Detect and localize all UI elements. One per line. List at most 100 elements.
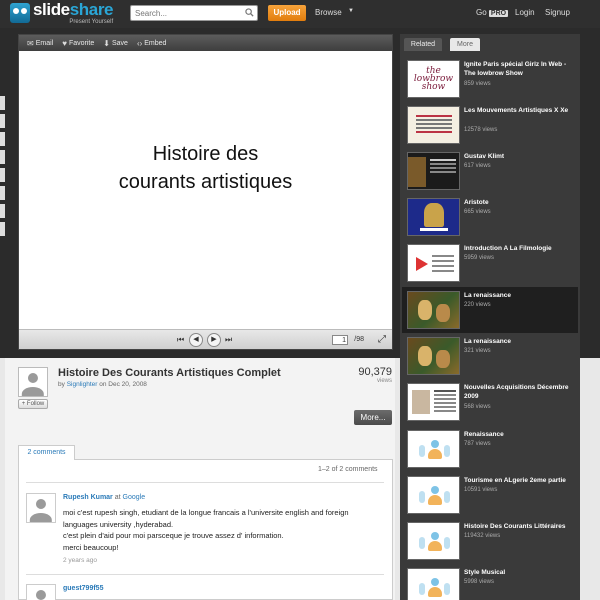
edge-tab[interactable] (0, 150, 5, 164)
related-views: 568 views (464, 404, 491, 410)
author-link[interactable]: Signlighter (67, 381, 98, 388)
related-views: 617 views (464, 163, 491, 169)
embed-button[interactable]: ‹› Embed (137, 39, 167, 48)
edge-tab[interactable] (0, 114, 5, 128)
tab-comments[interactable]: 2 comments (18, 445, 75, 460)
comments-range: 1–2 of 2 comments (318, 466, 378, 473)
previous-slide-button[interactable]: ◀ (189, 333, 203, 347)
commenter-avatar[interactable] (26, 584, 56, 600)
byline: by Signlighter on Dec 20, 2008 (58, 381, 147, 388)
edge-tab[interactable] (0, 96, 5, 110)
related-views: 10591 views (464, 487, 498, 493)
related-thumbnail (407, 198, 460, 236)
edge-tab[interactable] (0, 186, 5, 200)
slide-player: ✉ Email ♥ Favorite ⬇ Save ‹› Embed Histoire … (18, 34, 393, 350)
player-controls: ⏮ ◀ ▶ ⏭ 1 /98 ⤢ (19, 329, 392, 349)
related-views: 859 views (464, 81, 491, 87)
edge-tab[interactable] (0, 204, 5, 218)
logo-tagline: Present Yourself (69, 19, 114, 25)
related-title: Aristote (464, 199, 489, 206)
related-item[interactable]: Les Mouvements Artistiques X Xe 12578 vi… (402, 102, 578, 148)
download-icon: ⬇ (103, 38, 110, 48)
next-slide-button[interactable]: ▶ (207, 333, 221, 347)
related-title: Introduction A La Filmologie (464, 245, 552, 252)
related-item[interactable]: the lowbrow show Ignite Paris spécial Gi… (402, 56, 578, 102)
author-avatar[interactable] (18, 367, 48, 397)
related-thumbnail (407, 476, 460, 514)
commenter-avatar[interactable] (26, 493, 56, 523)
page-number-input[interactable]: 1 (332, 335, 348, 345)
related-title: Gustav Klimt (464, 153, 505, 160)
upload-button[interactable]: Upload (268, 5, 306, 21)
fullscreen-icon[interactable]: ⤢ (378, 334, 386, 345)
slide-title-line: courants artistiques (118, 171, 293, 193)
related-thumbnail (407, 383, 460, 421)
logo-wordmark: slideshare (33, 0, 114, 19)
comment-time: 2 years ago (63, 557, 97, 564)
related-thumbnail (407, 106, 460, 144)
related-title: Tourisme en ALgerie 2eme partie (464, 477, 566, 484)
related-thumbnail (407, 291, 460, 329)
related-item[interactable]: Style Musical 5998 views (402, 564, 578, 600)
comment-author-link[interactable]: guest799f55 (63, 585, 103, 592)
comment-divider (26, 574, 384, 575)
email-button[interactable]: ✉ Email (27, 39, 53, 48)
related-title: La renaissance (464, 338, 511, 345)
related-views: 220 views (464, 302, 491, 308)
related-item[interactable]: Introduction A La Filmologie 5959 views (402, 240, 578, 286)
related-item[interactable]: Renaissance 787 views (402, 426, 578, 472)
related-views: 5998 views (464, 579, 495, 585)
comment-org-link[interactable]: Google (123, 494, 146, 501)
comment-author-link[interactable]: Rupesh Kumar (63, 494, 113, 501)
follow-button[interactable]: + Follow (18, 399, 48, 409)
related-item[interactable]: La renaissance 321 views (402, 333, 578, 379)
top-navigation-bar: slideshare Present Yourself Upload Brows… (0, 0, 600, 28)
tab-more[interactable]: More (450, 38, 480, 51)
related-item-active[interactable]: La renaissance 220 views (402, 287, 578, 333)
related-item[interactable]: Nouvelles Acquisitions Décembre 2009 568… (402, 379, 578, 425)
related-title: Les Mouvements Artistiques X Xe (464, 107, 569, 114)
related-item[interactable]: Gustav Klimt 617 views (402, 148, 578, 194)
browse-menu[interactable]: Browse (315, 8, 342, 17)
page-total: /98 (354, 336, 364, 343)
slideshare-logo[interactable]: slideshare Present Yourself (10, 0, 114, 25)
deck-title: Histoire Des Courants Artistiques Comple… (58, 367, 281, 379)
heart-icon: ♥ (62, 38, 67, 48)
related-item[interactable]: Histoire Des Courants Littéraires 119432… (402, 518, 578, 564)
login-link[interactable]: Login (515, 8, 535, 17)
go-pro-link[interactable]: Go PRO (476, 8, 509, 17)
related-views: 665 views (464, 209, 491, 215)
edge-tab[interactable] (0, 132, 5, 146)
related-item[interactable]: Aristote 665 views (402, 194, 578, 240)
favorite-button[interactable]: ♥ Favorite (62, 39, 94, 48)
related-title: Histoire Des Courants Littéraires (464, 523, 566, 530)
chevron-down-icon[interactable]: ▼ (348, 8, 354, 14)
related-thumbnail (407, 337, 460, 375)
signup-link[interactable]: Signup (545, 8, 570, 17)
tab-related[interactable]: Related (404, 38, 442, 51)
save-button[interactable]: ⬇ Save (103, 39, 128, 48)
related-thumbnail: the lowbrow show (407, 60, 460, 98)
related-item[interactable]: Tourisme en ALgerie 2eme partie 10591 vi… (402, 472, 578, 518)
comment-divider (26, 482, 384, 483)
related-title: Ignite Paris spécial Girlz In Web - The … (464, 61, 567, 77)
related-views: 119432 views (464, 533, 501, 539)
views-label: views (376, 378, 392, 384)
related-title: Renaissance (464, 431, 504, 438)
last-slide-icon[interactable]: ⏭ (225, 335, 232, 345)
related-thumbnail (407, 568, 460, 600)
left-edge-tabs (0, 96, 5, 240)
search-icon[interactable] (245, 8, 254, 17)
edge-tab[interactable] (0, 168, 5, 182)
slide-content[interactable]: Histoire des courants artistiques (19, 140, 392, 196)
edge-tab[interactable] (0, 222, 5, 236)
user-placeholder-icon (428, 440, 442, 460)
related-thumbnail (407, 152, 460, 190)
code-icon: ‹› (136, 38, 143, 48)
search-input[interactable] (131, 6, 239, 20)
first-slide-icon[interactable]: ⏮ (177, 335, 184, 345)
related-thumbnail (407, 522, 460, 560)
more-button[interactable]: More... (354, 410, 392, 425)
user-placeholder-icon (428, 578, 442, 598)
player-toolbar: ✉ Email ♥ Favorite ⬇ Save ‹› Embed (19, 35, 392, 51)
